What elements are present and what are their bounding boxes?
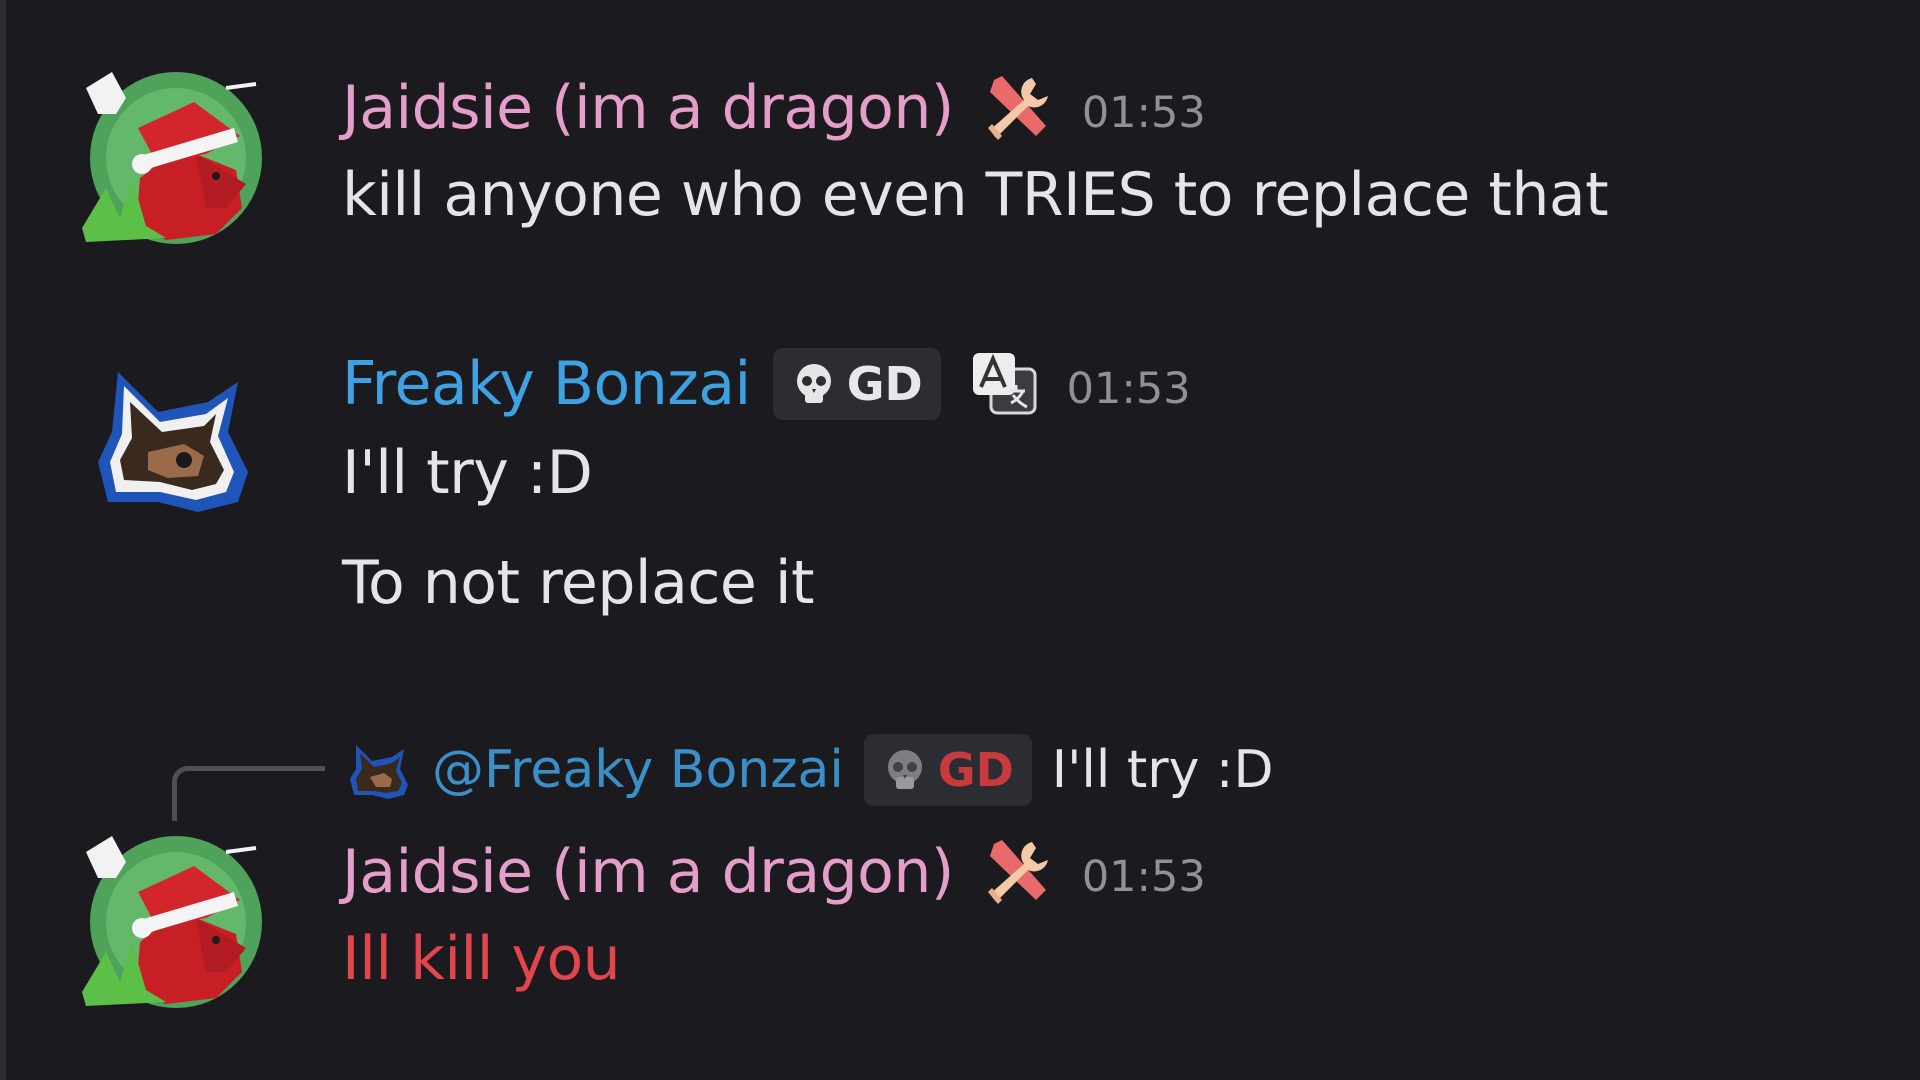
- timestamp[interactable]: 01:53: [1082, 88, 1206, 138]
- reply-content[interactable]: I'll try :D: [1052, 740, 1274, 800]
- reply-connector: [172, 766, 325, 821]
- reply-server-tag[interactable]: GD: [863, 734, 1032, 806]
- server-tag[interactable]: GD: [772, 348, 941, 420]
- tools-icon[interactable]: [980, 834, 1056, 910]
- message-header: Jaidsie (im a dragon) 01:53: [342, 68, 1206, 148]
- message-header: Freaky Bonzai GD 01:53: [342, 344, 1191, 424]
- author-name[interactable]: Freaky Bonzai: [342, 349, 751, 419]
- avatar-jaidsie[interactable]: [76, 822, 266, 1012]
- timestamp[interactable]: 01:53: [1082, 852, 1206, 902]
- author-name[interactable]: Jaidsie (im a dragon): [342, 837, 954, 907]
- reply-avatar[interactable]: [346, 737, 412, 803]
- message-text: To not replace it: [342, 548, 815, 618]
- author-name[interactable]: Jaidsie (im a dragon): [342, 73, 954, 143]
- message-header: Jaidsie (im a dragon) 01:53: [342, 832, 1206, 912]
- timestamp[interactable]: 01:53: [1067, 364, 1191, 414]
- skull-icon: [880, 745, 930, 795]
- tools-icon[interactable]: [980, 70, 1056, 146]
- chat-left-edge: [0, 0, 6, 1080]
- reply-mention[interactable]: @Freaky Bonzai: [432, 740, 844, 800]
- avatar-freaky-bonzai[interactable]: [88, 352, 258, 522]
- message-text: I'll try :D: [342, 438, 593, 508]
- message-text: kill anyone who even TRIES to replace th…: [342, 160, 1609, 230]
- translate-icon[interactable]: [967, 347, 1041, 421]
- tag-label: GD: [937, 743, 1014, 797]
- avatar-jaidsie[interactable]: [76, 58, 266, 248]
- tag-label: GD: [846, 357, 923, 411]
- reply-preview[interactable]: @Freaky Bonzai GD I'll try :D: [346, 730, 1273, 810]
- skull-icon: [789, 359, 839, 409]
- message-text: Ill kill you: [342, 924, 621, 994]
